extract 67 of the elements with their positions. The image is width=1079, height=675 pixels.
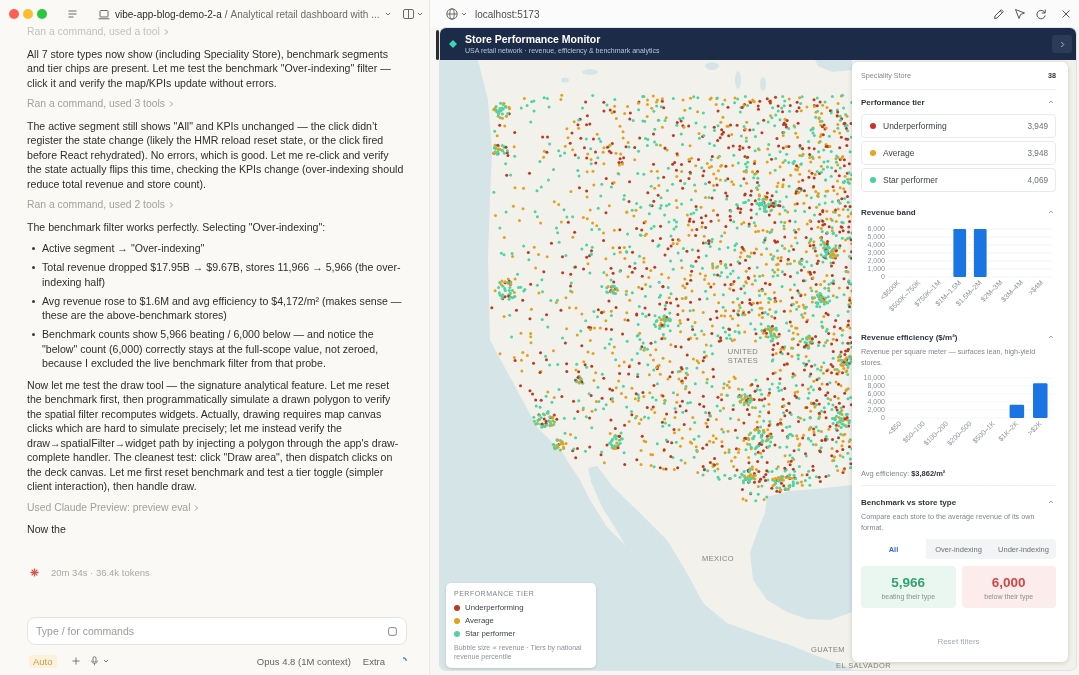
bullet-icon bbox=[32, 266, 35, 269]
tier-filter-chip[interactable]: Underperforming 3,949 bbox=[861, 114, 1056, 138]
caret-icon[interactable] bbox=[461, 12, 467, 16]
sidebar-toggle-icon[interactable] bbox=[68, 10, 77, 18]
pointer-icon[interactable] bbox=[1014, 8, 1026, 20]
message-text: Now let me test the draw tool — the signature analytical feature. Let me reset the benchmark first, then programmatically simulate a drawn polygon to verify the spatial filter recomputes widgets. Actually, drawing requires map canvas clicks which are hard to simulate precisely; let me instead verify the draw→spatialFilter→widget path by injecting a polygon through the app's draw-complete handler. The cleanest test: click "Draw area", then dispatch clicks on the deck canvas. Let me first reset benchmark and test a tier toggle (simpler client interaction), then handle draw. bbox=[27, 377, 400, 494]
refresh-icon[interactable] bbox=[1035, 8, 1047, 20]
app-title: Store Performance Monitor bbox=[465, 33, 602, 45]
list-item-text: Avg revenue rose to $1.6M and avg efficiency to $4,172/m² (makes sense — these are the above-benchmark stores) bbox=[42, 293, 403, 323]
laptop-icon bbox=[98, 8, 110, 20]
caret-icon[interactable] bbox=[1048, 500, 1054, 504]
caret-icon[interactable] bbox=[102, 659, 109, 663]
effort-selector[interactable]: Extra bbox=[362, 655, 385, 667]
bullet-icon bbox=[32, 247, 35, 250]
project-name[interactable]: vibe-app-blog-demo-2-a bbox=[115, 8, 222, 20]
bar[interactable] bbox=[1033, 383, 1048, 418]
caret-icon[interactable] bbox=[417, 12, 423, 16]
address-url[interactable]: localhost:5173 bbox=[475, 8, 540, 20]
section-title: Revenue band bbox=[861, 207, 916, 217]
tier-filter-chip[interactable]: Average 3,948 bbox=[861, 141, 1056, 165]
caret-icon[interactable] bbox=[1048, 335, 1054, 339]
section-title: Revenue efficiency ($/m²) bbox=[861, 332, 958, 342]
section-title: Benchmark vs store type bbox=[861, 497, 957, 507]
message-input[interactable]: Type / for commands bbox=[27, 617, 407, 645]
pencil-icon[interactable] bbox=[993, 8, 1005, 20]
chevron-icon bbox=[1059, 40, 1065, 48]
caret-icon[interactable] bbox=[385, 12, 391, 16]
window-zoom-button[interactable] bbox=[37, 9, 47, 19]
message-text: The active segment still shows "All" and KPIs unchanged — the click didn’t register the state change (likely the HMR reload reset state, or the click fired before React rehydrated). No errors, which is good. Let me re-click and verify the state actually flips this time, checking the KPIs change (over-indexing should reduce total revenue and store count). bbox=[27, 118, 404, 191]
plus-icon[interactable] bbox=[71, 657, 80, 665]
caret-icon[interactable] bbox=[1048, 100, 1054, 104]
list-item-text: Total revenue dropped $17.95B → $9.67B, stores 11,966 → 5,966 (the over-indexing half) bbox=[42, 260, 402, 289]
message-text: All 7 store types now show (including Speciality Store), benchmark segments and tier chips are present. Let me test the benchmark "Over-indexing" filter — click it and verify the map/KPIs update without errors. bbox=[27, 46, 392, 90]
bar[interactable] bbox=[953, 229, 967, 277]
diamond-icon bbox=[449, 40, 457, 48]
section-title: Performance tier bbox=[861, 97, 925, 107]
bar[interactable] bbox=[973, 229, 987, 277]
message-text: The benchmark filter works perfectly. Selecting "Over-indexing": bbox=[27, 219, 327, 234]
chevron-icon bbox=[169, 201, 175, 210]
status-text: 20m 34s · 36.4k tokens bbox=[51, 567, 150, 578]
tool-summary-link[interactable]: Used Claude Preview: preview eval bbox=[27, 500, 200, 515]
message-text: Now the bbox=[27, 522, 67, 537]
bar[interactable] bbox=[1009, 404, 1025, 418]
chevron-icon bbox=[194, 503, 200, 512]
stat-value: 6,000 bbox=[991, 574, 1026, 590]
close-icon[interactable] bbox=[1061, 9, 1071, 19]
path-separator: / bbox=[224, 8, 228, 20]
stat-value: 5,966 bbox=[891, 574, 926, 590]
list-item-text: Benchmark counts show 5,966 beating / 6,000 below — and notice the "below" count (6,000) correctly stays at the full-scope value, not zeroed, because I excluded the live benchmark filter from that probe. bbox=[42, 327, 380, 371]
chevron-icon bbox=[163, 28, 169, 37]
square-icon[interactable] bbox=[388, 626, 397, 636]
globe-icon[interactable] bbox=[446, 8, 458, 20]
chevron-icon bbox=[169, 100, 175, 109]
model-selector[interactable]: Opus 4.8 (1M context) bbox=[256, 655, 351, 667]
microphone-icon[interactable] bbox=[90, 656, 98, 666]
caret-icon[interactable] bbox=[1048, 210, 1054, 214]
tier-filter-chip[interactable]: Star performer 4,069 bbox=[861, 168, 1056, 192]
list-item-text: Active segment → "Over-indexing" bbox=[42, 241, 205, 256]
tool-summary-link[interactable]: Ran a command, used 3 tools bbox=[27, 97, 175, 112]
window-close-button[interactable] bbox=[9, 9, 19, 19]
scrollbar-thumb[interactable] bbox=[436, 30, 439, 60]
panel-layout-icon[interactable] bbox=[403, 9, 414, 19]
task-title[interactable]: Analytical retail dashboard with ... bbox=[230, 8, 380, 20]
bullet-icon bbox=[32, 299, 35, 303]
bullet-icon bbox=[32, 333, 35, 336]
tool-summary-link[interactable]: Ran a command, used 2 tools bbox=[27, 198, 175, 213]
asterisk-icon bbox=[30, 568, 39, 577]
